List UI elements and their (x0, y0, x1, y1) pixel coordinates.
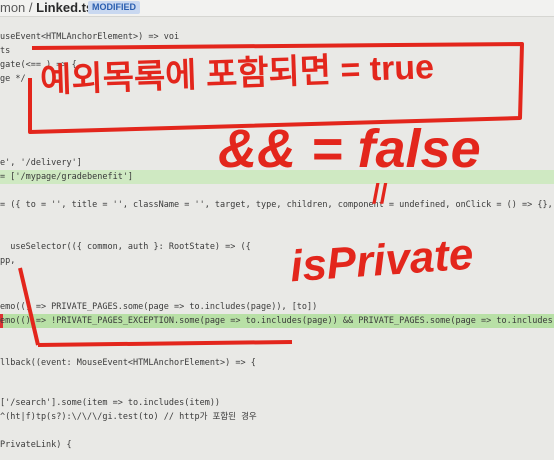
annotation-slash: // (372, 178, 388, 209)
annotation-and-false: && = false (218, 119, 481, 179)
annotation-bracket (18, 267, 40, 346)
annotation-underline (37, 340, 293, 347)
